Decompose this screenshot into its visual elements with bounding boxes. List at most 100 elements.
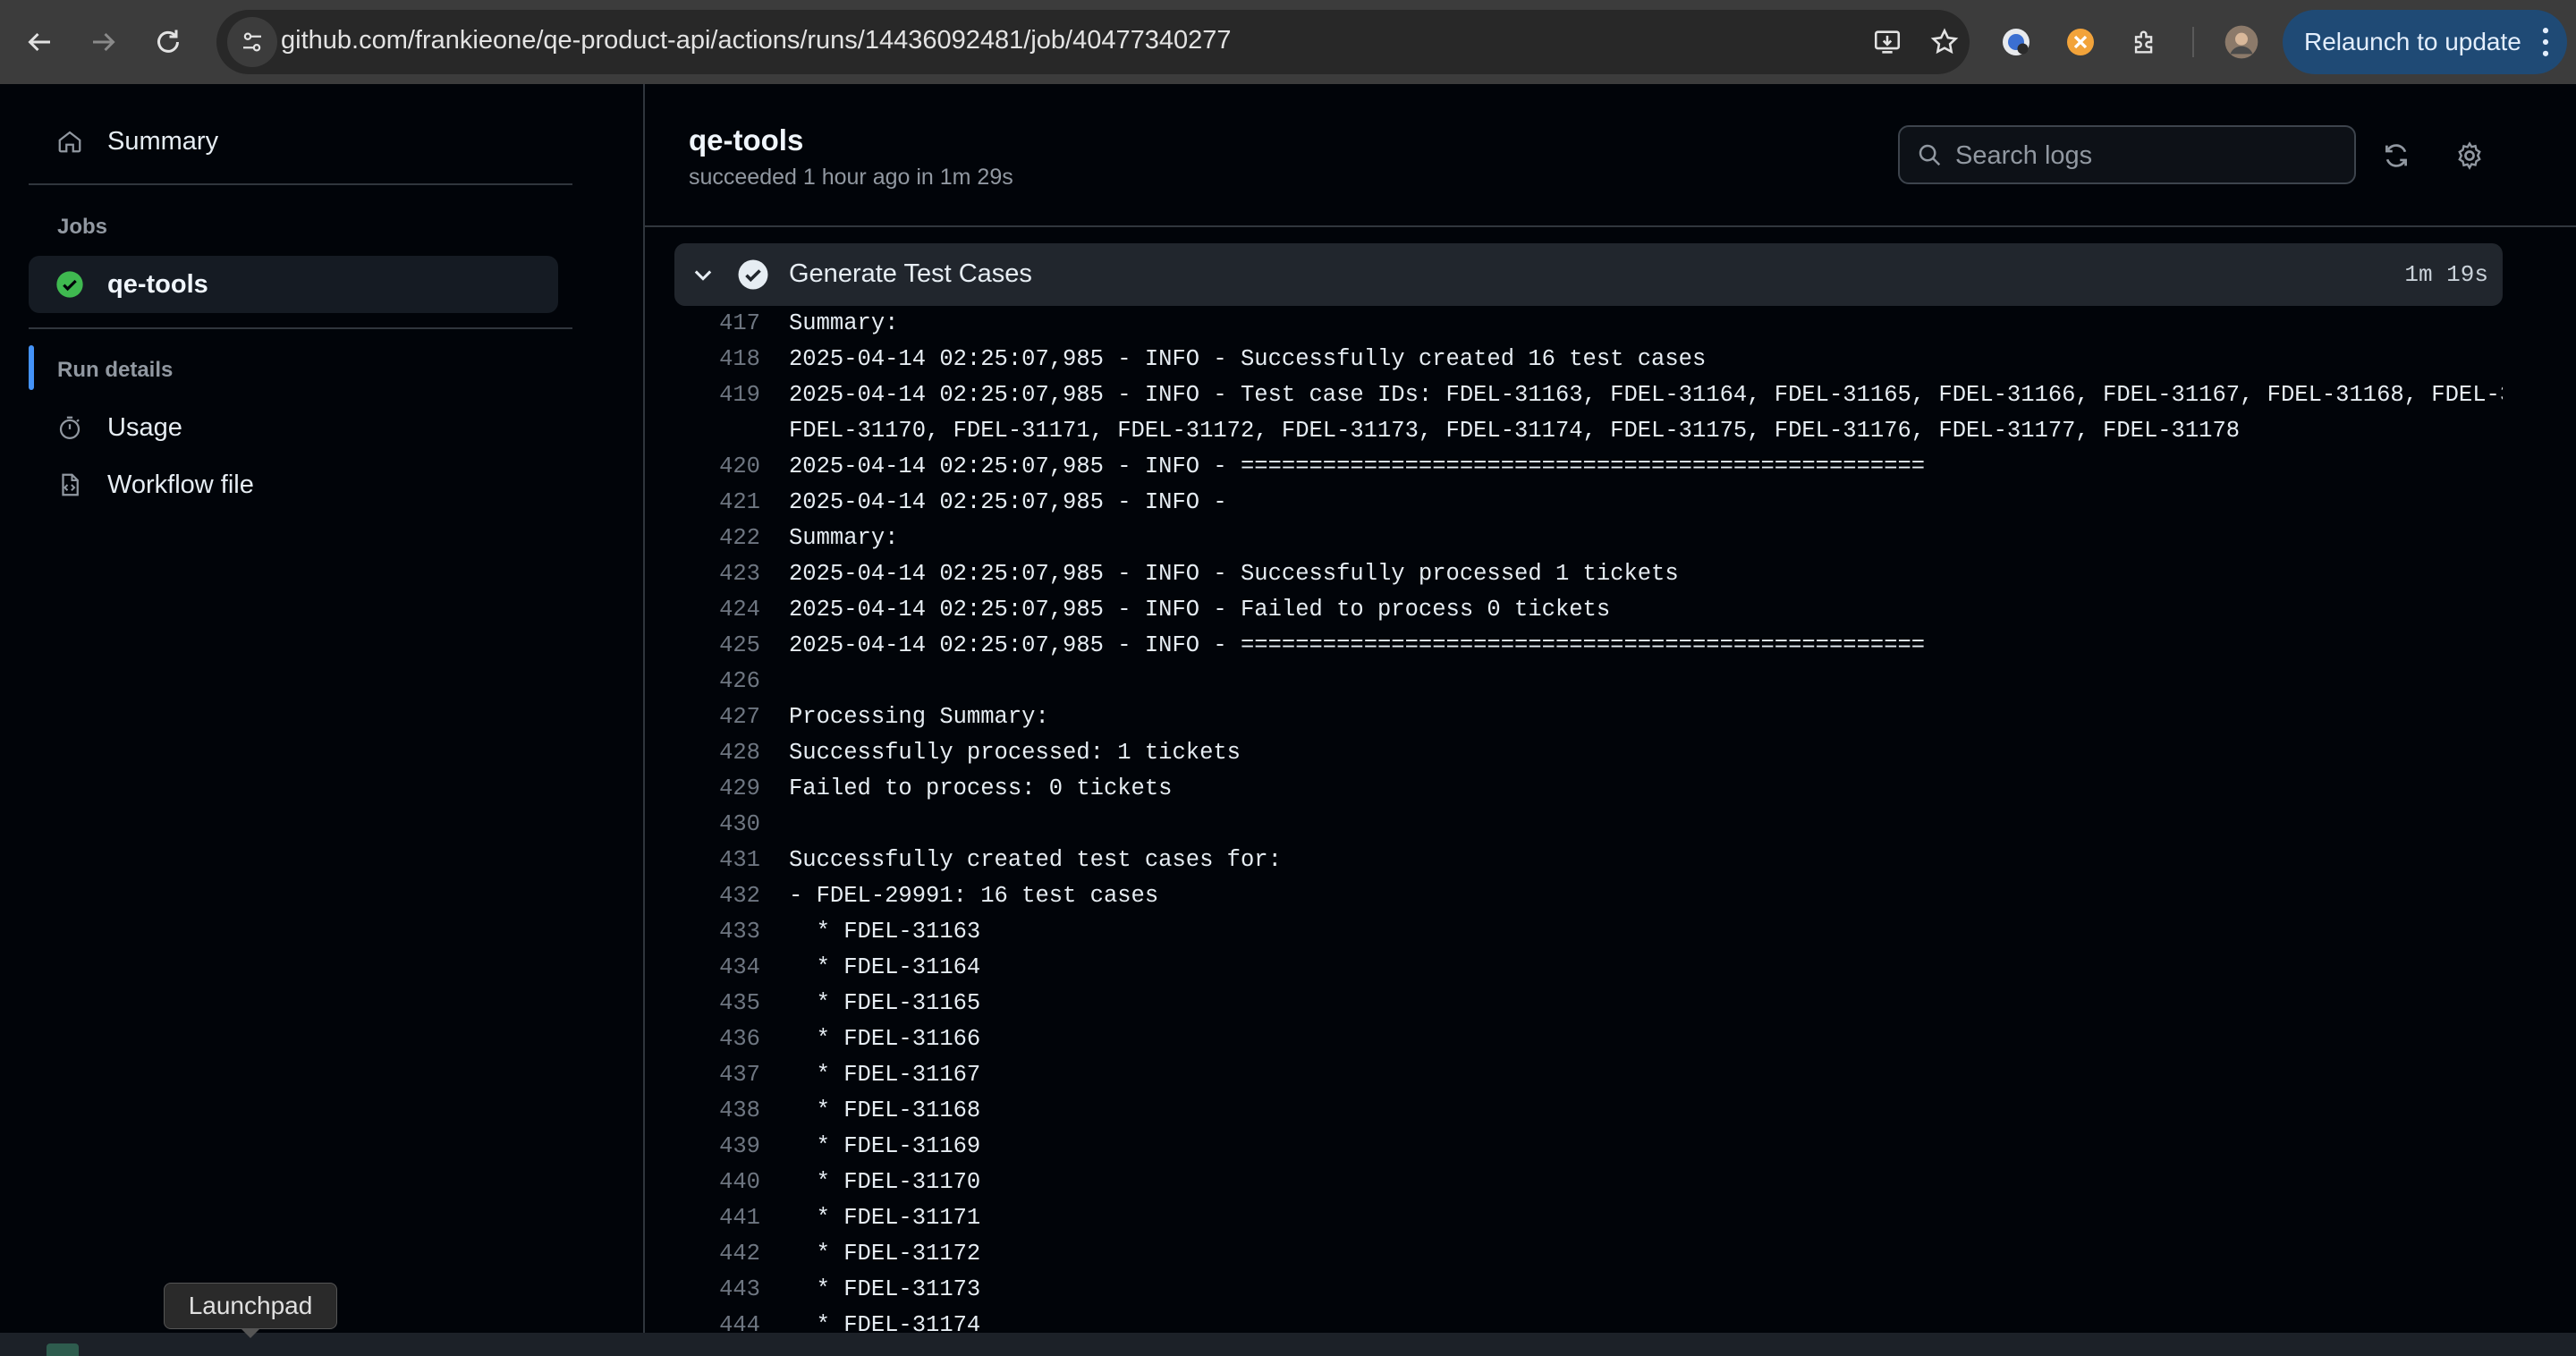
log-line: 421 2025-04-14 02:25:07,985 - INFO - [674, 485, 2503, 521]
log-line-number[interactable]: 423 [674, 556, 789, 592]
step-duration: 1m 19s [2404, 261, 2488, 288]
log-line-number[interactable]: 425 [674, 628, 789, 664]
search-logs-input[interactable] [1953, 136, 2342, 175]
log-line-text: FDEL-31170, FDEL-31171, FDEL-31172, FDEL… [789, 418, 2241, 444]
log-line-number[interactable]: 436 [674, 1021, 789, 1057]
log-line-number[interactable]: 443 [674, 1272, 789, 1308]
step-header-generate-test-cases[interactable]: Generate Test Cases 1m 19s [674, 243, 2503, 306]
job-title: qe-tools [689, 123, 804, 157]
active-indicator [29, 345, 34, 390]
log-line-number[interactable]: 417 [674, 306, 789, 342]
header-divider [645, 225, 2576, 227]
bookmark-button[interactable] [1925, 22, 1964, 62]
extension-2-button[interactable] [2059, 21, 2102, 64]
reload-button[interactable] [143, 17, 193, 67]
log-line-number[interactable]: 430 [674, 807, 789, 843]
dock-app-icon[interactable] [47, 1343, 79, 1356]
sidebar-item-usage[interactable]: Usage [29, 399, 558, 456]
tooltip-arrow [242, 1329, 259, 1338]
sidebar-item-label: Usage [107, 412, 182, 442]
extensions-menu-button[interactable] [2123, 21, 2166, 64]
log-line: 433 * FDEL-31163 [674, 914, 2503, 950]
log-line-number[interactable]: 435 [674, 986, 789, 1021]
log-line: 431 Successfully created test cases for: [674, 843, 2503, 878]
log-line-number[interactable]: 433 [674, 914, 789, 950]
log-line-number[interactable]: 438 [674, 1093, 789, 1129]
run-sidebar: Summary Jobs qe-tools Run details Usage … [0, 84, 645, 1356]
log-line-text: * FDEL-31166 [789, 1026, 981, 1052]
log-line-text: * FDEL-31171 [789, 1205, 981, 1231]
profile-button[interactable] [2220, 21, 2263, 64]
log-line-number[interactable]: 424 [674, 592, 789, 628]
chevron-down-icon [694, 270, 712, 281]
extension-1-button[interactable] [1995, 21, 2038, 64]
log-line-text: 2025-04-14 02:25:07,985 - INFO - [789, 489, 1227, 515]
log-line: 436 * FDEL-31166 [674, 1021, 2503, 1057]
reload-icon [157, 30, 179, 53]
run-details-heading: Run details [57, 358, 174, 382]
log-line-number[interactable]: 418 [674, 342, 789, 377]
log-line-number[interactable]: 441 [674, 1200, 789, 1236]
log-line-number[interactable]: 427 [674, 699, 789, 735]
profile-avatar-icon [2224, 25, 2258, 59]
toolbar-divider [2192, 27, 2194, 57]
log-line-text: Failed to process: 0 tickets [789, 775, 1173, 801]
log-settings-button[interactable] [2450, 136, 2489, 175]
log-line: 427 Processing Summary: [674, 699, 2503, 735]
log-line: 419 2025-04-14 02:25:07,985 - INFO - Test… [674, 377, 2503, 413]
sidebar-divider [29, 183, 572, 185]
log-line-number[interactable]: 420 [674, 449, 789, 485]
log-line-text: 2025-04-14 02:25:07,985 - INFO - Success… [789, 346, 1707, 372]
address-bar[interactable]: github.com/frankieone/qe-product-api/act… [216, 10, 1970, 74]
log-line-number[interactable]: 437 [674, 1057, 789, 1093]
log-line-number[interactable]: 426 [674, 664, 789, 699]
log-line-number[interactable]: 439 [674, 1129, 789, 1165]
log-line-number[interactable]: 429 [674, 771, 789, 807]
sidebar-item-workflow-file[interactable]: Workflow file [29, 456, 558, 513]
log-line-number[interactable]: 432 [674, 878, 789, 914]
dock-strip [0, 1333, 2576, 1356]
log-line: 434 * FDEL-31164 [674, 950, 2503, 986]
sidebar-divider [29, 327, 572, 329]
log-line-text: 2025-04-14 02:25:07,985 - INFO - Test ca… [789, 382, 2503, 408]
step-success-icon [738, 259, 768, 290]
log-line-number[interactable]: 421 [674, 485, 789, 521]
sidebar-item-qe-tools[interactable]: qe-tools [29, 256, 558, 313]
relaunch-label: Relaunch to update [2304, 28, 2521, 55]
jobs-heading: Jobs [57, 215, 108, 239]
log-line: FDEL-31170, FDEL-31171, FDEL-31172, FDEL… [674, 413, 2503, 449]
site-info-button[interactable] [227, 17, 277, 67]
log-line: 426 [674, 664, 2503, 699]
log-line: 430 [674, 807, 2503, 843]
url-text[interactable]: github.com/frankieone/qe-product-api/act… [281, 26, 1232, 55]
log-line-number[interactable]: 442 [674, 1236, 789, 1272]
log-line: 423 2025-04-14 02:25:07,985 - INFO - Succ… [674, 556, 2503, 592]
install-app-button[interactable] [1868, 22, 1907, 62]
relaunch-button[interactable]: Relaunch to update [2283, 10, 2567, 74]
forward-button[interactable] [79, 17, 129, 67]
log-line-number[interactable]: 434 [674, 950, 789, 986]
sidebar-item-label: Summary [107, 126, 219, 156]
sidebar-item-label: Workflow file [107, 470, 254, 499]
log-line-text: Successfully processed: 1 tickets [789, 740, 1241, 766]
log-line-text: Successfully created test cases for: [789, 847, 1282, 873]
home-icon [55, 127, 84, 156]
refresh-logs-button[interactable] [2377, 136, 2416, 175]
back-button[interactable] [14, 17, 64, 67]
success-check-icon [55, 270, 84, 299]
log-line-text: * FDEL-31173 [789, 1276, 981, 1302]
search-logs-box[interactable] [1898, 125, 2356, 184]
log-line-number[interactable]: 419 [674, 377, 789, 413]
extension-orange-icon [2067, 29, 2094, 55]
log-line-number[interactable]: 422 [674, 521, 789, 556]
launchpad-tooltip: Launchpad [164, 1283, 337, 1329]
gear-icon [2458, 141, 2481, 170]
log-line-number[interactable]: 440 [674, 1165, 789, 1200]
log-line-text: * FDEL-31163 [789, 919, 981, 945]
sidebar-item-label: qe-tools [107, 269, 208, 299]
log-line-number[interactable]: 428 [674, 735, 789, 771]
sidebar-item-summary[interactable]: Summary [29, 113, 558, 170]
log-line: 425 2025-04-14 02:25:07,985 - INFO - ====… [674, 628, 2503, 664]
log-line-number[interactable] [674, 413, 789, 449]
log-line-number[interactable]: 431 [674, 843, 789, 878]
